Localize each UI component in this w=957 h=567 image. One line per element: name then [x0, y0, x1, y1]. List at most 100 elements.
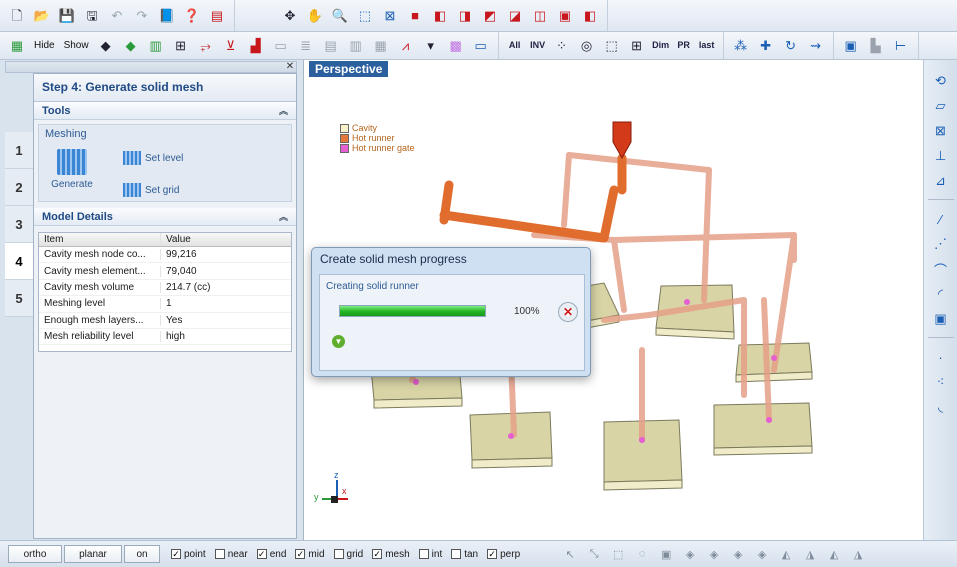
undo-icon[interactable]: ↶ [106, 5, 128, 27]
checkbox[interactable]: ✓ [256, 549, 267, 559]
zoom-window-icon[interactable]: ⬚ [354, 5, 376, 27]
table-row[interactable]: Meshing level 1 [39, 296, 291, 313]
collapse-icon[interactable]: ︽ [279, 210, 288, 223]
select-nodes-icon[interactable]: ⁘ [551, 35, 573, 57]
monitor-icon[interactable]: ▭ [470, 35, 492, 57]
curve-icon[interactable]: ⥅ [195, 35, 217, 57]
column-header-value[interactable]: Value [161, 233, 196, 246]
snap-shape-1-icon[interactable]: ◭ [776, 545, 796, 563]
snap-option-mid[interactable]: ✓ mid [295, 549, 325, 560]
checkbox[interactable]: ✓ [171, 549, 181, 559]
snap-pick-icon[interactable]: ↖ [560, 545, 580, 563]
cube-view-7-icon[interactable]: ◧ [579, 5, 601, 27]
step-tab-3[interactable]: 3 [5, 206, 33, 243]
snap-4-icon[interactable]: ⇝ [805, 35, 827, 57]
stack-3-icon[interactable]: ▤ [320, 35, 342, 57]
close-icon[interactable]: ✕ [283, 61, 297, 73]
pan-icon[interactable]: ✥ [279, 5, 301, 27]
snap-shape-2-icon[interactable]: ◮ [800, 545, 820, 563]
generate-button[interactable]: Generate [47, 149, 97, 190]
snap-cube-3-icon[interactable]: ◈ [728, 545, 748, 563]
checkbox[interactable] [214, 549, 225, 559]
table-row[interactable]: Enough mesh layers... Yes [39, 313, 291, 329]
planar-button[interactable]: planar [64, 545, 122, 563]
select-dim-button[interactable]: Dim [651, 35, 671, 57]
model-details-header[interactable]: Model Details ︽ [34, 208, 296, 226]
step-tab-4[interactable]: 4 [5, 243, 33, 280]
snap-on-button[interactable]: on [124, 545, 160, 563]
checkbox[interactable] [418, 549, 429, 559]
snap-option-int[interactable]: int [418, 549, 442, 560]
new-file-icon[interactable]: 🗋 [6, 5, 28, 27]
cube-green-icon[interactable]: ◆ [120, 35, 142, 57]
step-tab-2[interactable]: 2 [5, 169, 33, 206]
snap-option-point[interactable]: ✓ point [171, 549, 206, 560]
expand-details-icon[interactable]: ▼ [332, 335, 345, 348]
machine-icon[interactable]: ▙ [865, 35, 887, 57]
layer-icon[interactable]: ▥ [145, 35, 167, 57]
save-all-icon[interactable]: 🖫 [81, 5, 103, 27]
fit-icon[interactable]: ⊠ [379, 5, 401, 27]
stack-5-icon[interactable]: ▦ [370, 35, 392, 57]
collapse-icon[interactable]: ︽ [279, 104, 288, 117]
grid-icon[interactable]: ⊞ [170, 35, 192, 57]
select-last-button[interactable]: last [697, 35, 717, 57]
dropdown-icon[interactable]: ▾ [420, 35, 442, 57]
hide-button[interactable]: Hide [31, 40, 58, 51]
checkbox[interactable] [451, 549, 462, 559]
step-tab-5[interactable]: 5 [5, 280, 33, 317]
table-row[interactable]: Cavity mesh element... 79,040 [39, 263, 291, 280]
edit-step-icon[interactable]: ⊿ [930, 170, 952, 192]
snap-2-icon[interactable]: ✚ [755, 35, 777, 57]
select-pr-button[interactable]: PR [674, 35, 694, 57]
stack-4-icon[interactable]: ▥ [345, 35, 367, 57]
stack-2-icon[interactable]: ≣ [295, 35, 317, 57]
snap-move-icon[interactable]: ⤡ [584, 545, 604, 563]
snap-cube-1-icon[interactable]: ◈ [680, 545, 700, 563]
arc-icon[interactable]: ◜ [930, 283, 952, 305]
snap-option-perp[interactable]: ✓ perp [487, 549, 520, 560]
cube-view-1-icon[interactable]: ◧ [429, 5, 451, 27]
snap-lasso-icon[interactable]: ◌ [632, 545, 652, 563]
table-row[interactable]: Mesh reliability level high [39, 329, 291, 346]
select-box-icon[interactable]: ⬚ [601, 35, 623, 57]
snap-option-end[interactable]: ✓ end [256, 549, 286, 560]
hand-icon[interactable]: ✋ [304, 5, 326, 27]
snap-option-near[interactable]: near [214, 549, 248, 560]
cancel-icon[interactable]: ✕ [558, 302, 578, 322]
corner-icon[interactable]: ◟ [930, 396, 952, 418]
save-icon[interactable]: 💾 [56, 5, 78, 27]
curve-tool-icon[interactable]: ⌒ [930, 258, 952, 280]
surface-icon[interactable]: ⊻ [220, 35, 242, 57]
snap-option-grid[interactable]: grid [333, 549, 363, 560]
help-icon[interactable]: ❓ [181, 5, 203, 27]
select-invert-button[interactable]: INV [528, 35, 548, 57]
snap-1-icon[interactable]: ⁂ [730, 35, 752, 57]
cube-view-4-icon[interactable]: ◪ [504, 5, 526, 27]
column-header-item[interactable]: Item [39, 233, 161, 246]
redo-icon[interactable]: ↷ [131, 5, 153, 27]
snap-shape-3-icon[interactable]: ◭ [824, 545, 844, 563]
checkbox[interactable]: ✓ [487, 549, 498, 559]
table-row[interactable]: Cavity mesh volume 214.7 (cc) [39, 280, 291, 297]
step-tab-1[interactable]: 1 [5, 132, 33, 169]
snap-box-icon[interactable]: ⬚ [608, 545, 628, 563]
step-icon[interactable]: ⊥ [930, 145, 952, 167]
checkbox[interactable]: ✓ [295, 549, 306, 559]
report-icon[interactable]: ▤ [206, 5, 228, 27]
display-icon[interactable]: ▦ [6, 35, 28, 57]
checkbox[interactable] [333, 549, 344, 559]
ortho-button[interactable]: ortho [8, 545, 62, 563]
red-square-icon[interactable]: ■ [404, 5, 426, 27]
zoom-icon[interactable]: 🔍 [329, 5, 351, 27]
image-icon[interactable]: ▣ [840, 35, 862, 57]
reference-plane-icon[interactable]: ▱ [930, 95, 952, 117]
ruler-icon[interactable]: ⊢ [890, 35, 912, 57]
chart-icon[interactable]: ⩘ [395, 35, 417, 57]
select-all-button[interactable]: All [505, 35, 525, 57]
set-grid-button[interactable]: Set grid [123, 183, 179, 197]
mesh-check-icon[interactable]: ⊠ [930, 120, 952, 142]
line-icon[interactable]: ∕ [930, 208, 952, 230]
box-icon[interactable]: ▣ [930, 308, 952, 330]
cube-view-6-icon[interactable]: ▣ [554, 5, 576, 27]
